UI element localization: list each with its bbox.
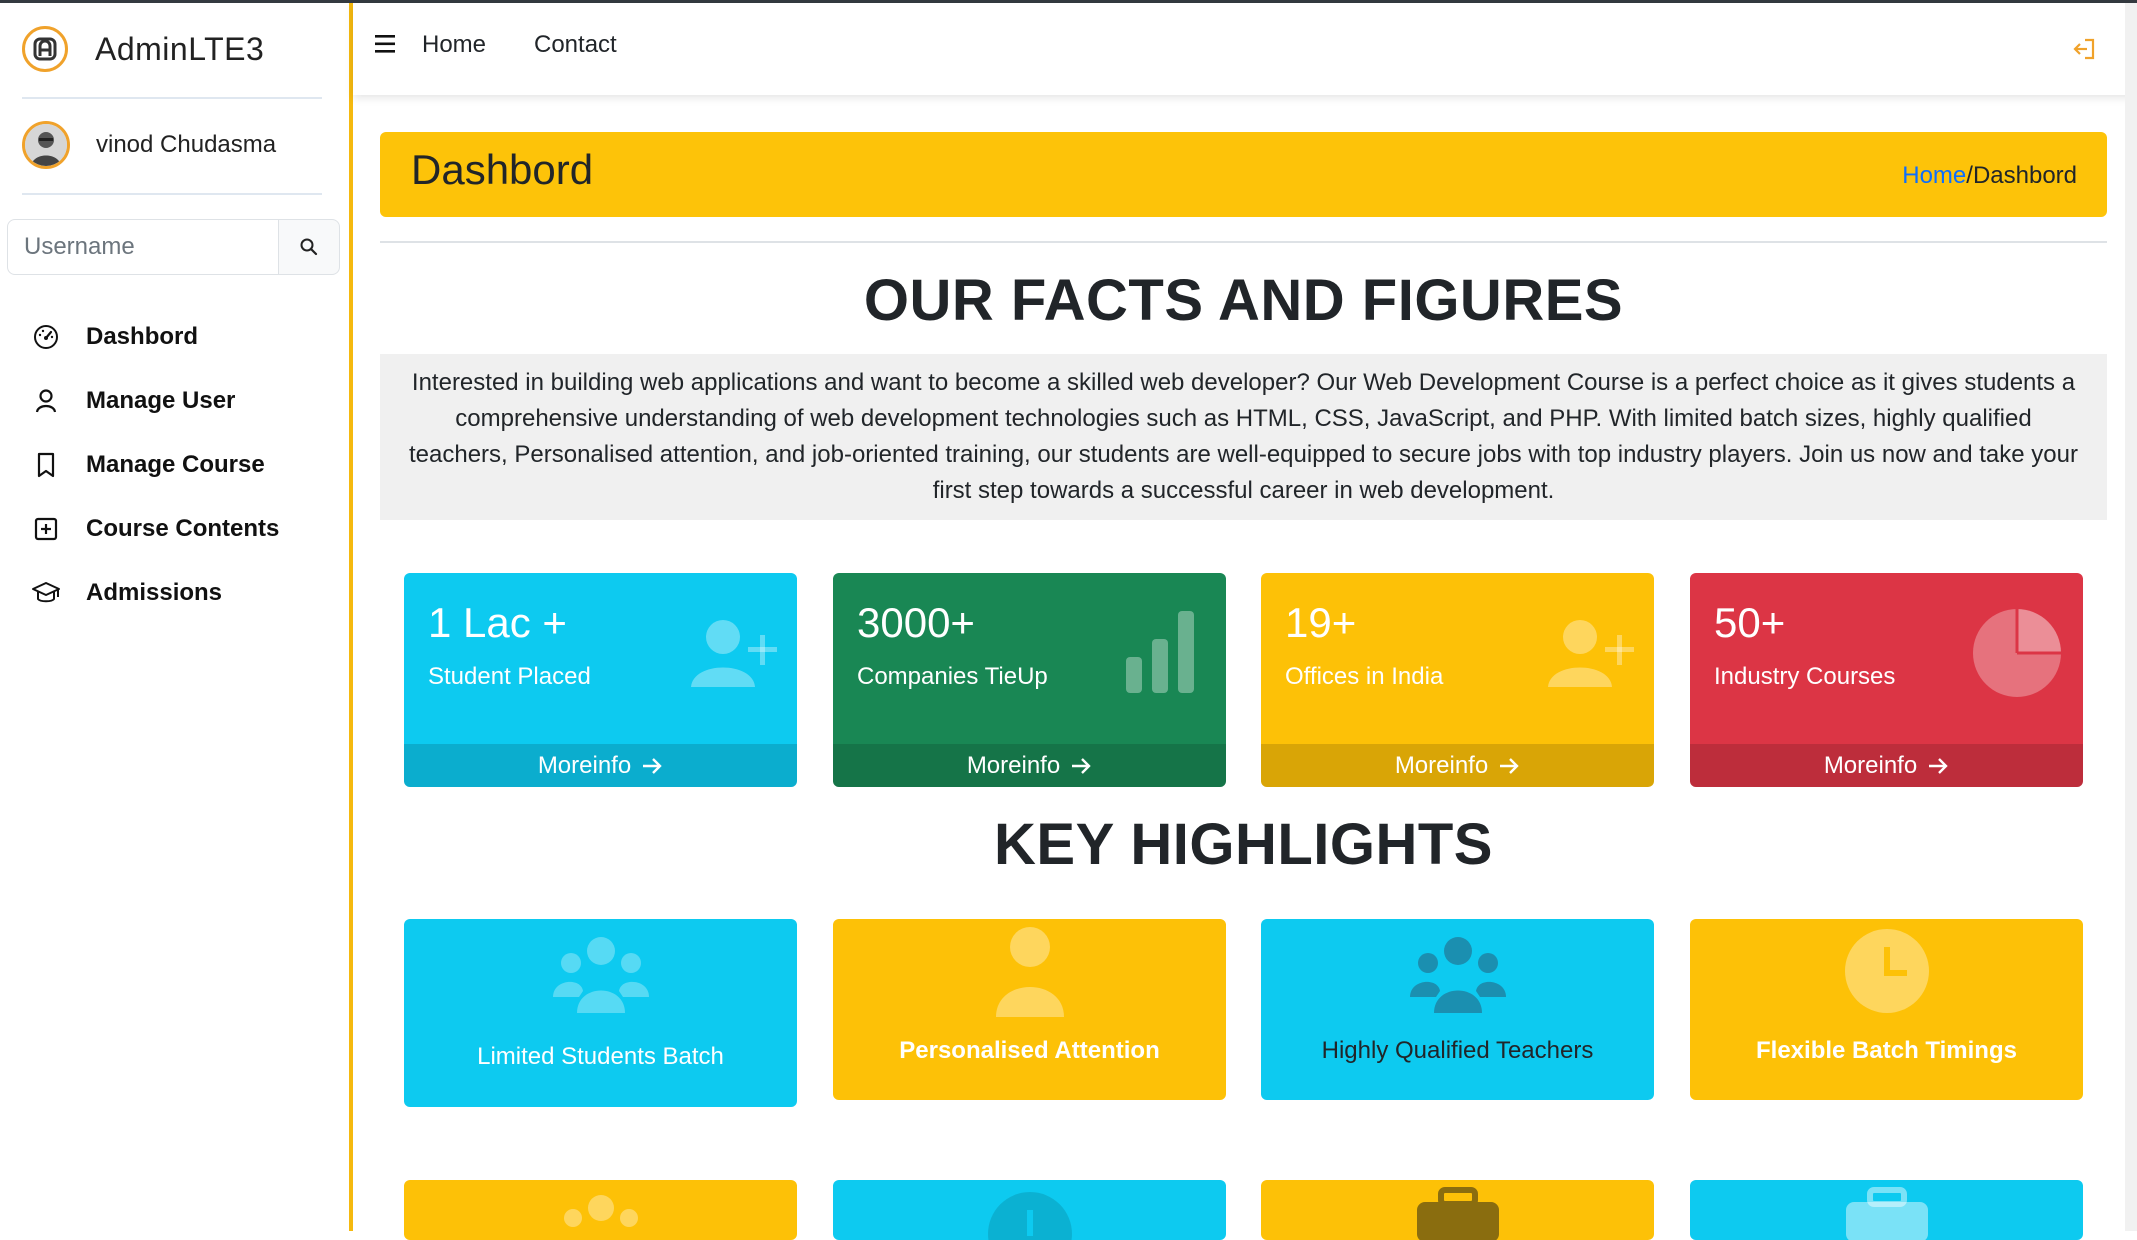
sidebar-item-admissions[interactable]: Admissions <box>30 561 279 625</box>
sidebar-menu: Dashbord Manage User Manage Course Cours… <box>30 305 279 625</box>
user-panel[interactable]: vinod Chudasma <box>22 121 276 169</box>
highlight-label: Flexible Batch Timings <box>1756 1037 2017 1064</box>
page-title: Dashbord <box>411 146 594 193</box>
highlight-label: Personalised Attention <box>899 1037 1160 1064</box>
breadcrumb-separator: / <box>1966 162 1973 189</box>
brand-logo-icon <box>22 26 68 72</box>
breadcrumb-current: Dashbord <box>1972 162 2077 189</box>
fact-card-offices: 19+ Offices in India Moreinfo <box>1261 573 1654 787</box>
user-name: vinod Chudasma <box>96 131 277 158</box>
fact-label: Student Placed <box>428 663 591 690</box>
highlight-card-partial <box>833 1180 1226 1240</box>
menu-toggle-icon[interactable] <box>373 33 399 55</box>
arrow-right-icon <box>1927 757 1949 775</box>
facts-intro: Interested in building web applications … <box>380 354 2107 520</box>
moreinfo-label: Moreinfo <box>1823 751 1918 779</box>
sidebar-item-label: Manage Course <box>86 451 265 478</box>
moreinfo-link[interactable]: Moreinfo <box>833 744 1226 787</box>
person-icon <box>30 385 62 417</box>
arrow-right-icon <box>1070 757 1092 775</box>
fact-number: 3000+ <box>857 599 975 646</box>
moreinfo-label: Moreinfo <box>1394 751 1489 779</box>
moreinfo-link[interactable]: Moreinfo <box>1261 744 1654 787</box>
sidebar-item-manage-user[interactable]: Manage User <box>30 369 279 433</box>
content-divider <box>380 241 2107 243</box>
plus-square-icon <box>30 513 62 545</box>
people-icon <box>563 1195 638 1227</box>
search-button[interactable] <box>279 219 340 275</box>
breadcrumb-home-link[interactable]: Home <box>1902 162 1966 189</box>
fact-label: Companies TieUp <box>857 663 1048 690</box>
sidebar-item-manage-course[interactable]: Manage Course <box>30 433 279 497</box>
brand-name: AdminLTE3 <box>95 30 265 67</box>
speedometer-icon <box>30 321 62 353</box>
sidebar-item-dashbord[interactable]: Dashbord <box>30 305 279 369</box>
fact-card-courses: 50+ Industry Courses Moreinfo <box>1690 573 2083 787</box>
nav-link-contact[interactable]: Contact <box>534 31 617 59</box>
bar-chart-icon <box>1126 611 1194 693</box>
fact-label: Industry Courses <box>1714 663 1896 690</box>
logout-icon[interactable] <box>2071 35 2099 68</box>
briefcase-icon <box>1845 1187 1928 1240</box>
sidebar-item-label: Manage User <box>86 387 236 414</box>
highlight-card-partial <box>1690 1180 2083 1240</box>
person-plus-icon <box>1548 620 1634 687</box>
sidebar-search <box>7 219 340 275</box>
sidebar-item-label: Dashbord <box>86 323 199 350</box>
moreinfo-link[interactable]: Moreinfo <box>404 744 797 787</box>
search-icon <box>300 238 318 256</box>
person-icon <box>995 927 1064 1017</box>
nav-link-home[interactable]: Home <box>422 31 486 59</box>
sidebar-item-course-contents[interactable]: Course Contents <box>30 497 279 561</box>
fact-number: 50+ <box>1714 599 1786 646</box>
highlight-card-flexible-timings: Flexible Batch Timings <box>1690 919 2083 1100</box>
arrow-right-icon <box>641 757 663 775</box>
highlight-card-limited-batch: Limited Students Batch <box>404 919 797 1107</box>
mortarboard-icon <box>30 577 62 609</box>
sidebar-item-label: Course Contents <box>86 515 280 542</box>
fact-card-companies: 3000+ Companies TieUp Moreinfo <box>833 573 1226 787</box>
search-input[interactable] <box>7 219 279 275</box>
people-icon <box>1409 937 1506 1013</box>
fact-number: 1 Lac + <box>428 599 567 646</box>
avatar <box>22 121 70 169</box>
sidebar-item-label: Admissions <box>86 579 223 606</box>
sidebar: AdminLTE3 vinod Chudasma Username Dashbo… <box>0 3 353 1231</box>
highlight-card-partial <box>404 1180 797 1240</box>
fact-number: 19+ <box>1285 599 1357 646</box>
moreinfo-link[interactable]: Moreinfo <box>1690 744 2083 787</box>
clock-icon <box>1844 929 1929 1013</box>
page-scrollbar[interactable] <box>2125 3 2137 1231</box>
pie-chart-icon <box>1973 609 2061 697</box>
facts-heading: OUR FACTS AND FIGURES <box>863 268 1624 333</box>
highlight-label: Highly Qualified Teachers <box>1321 1037 1594 1064</box>
arrow-right-icon <box>1498 757 1520 775</box>
highlight-card-personalised-attention: Personalised Attention <box>833 919 1226 1100</box>
brand[interactable]: AdminLTE3 <box>22 23 264 75</box>
highlight-card-qualified-teachers: Highly Qualified Teachers <box>1261 919 1654 1100</box>
sidebar-divider <box>22 97 322 99</box>
highlight-label: Limited Students Batch <box>477 1043 724 1070</box>
person-plus-icon <box>691 620 777 687</box>
people-icon <box>552 937 649 1013</box>
sidebar-divider <box>22 193 322 195</box>
bookmark-icon <box>30 449 62 481</box>
clock-icon <box>987 1192 1072 1240</box>
moreinfo-label: Moreinfo <box>966 751 1061 779</box>
top-navbar: Home Contact <box>353 3 2137 95</box>
briefcase-icon <box>1416 1187 1499 1240</box>
content-header: Dashbord Home/Dashbord <box>380 132 2107 217</box>
breadcrumb: Home/Dashbord <box>1902 162 2077 190</box>
fact-label: Offices in India <box>1285 663 1444 690</box>
fact-card-students: 1 Lac + Student Placed Moreinfo <box>404 573 797 787</box>
highlights-heading: KEY HIGHLIGHTS <box>994 812 1493 877</box>
highlight-card-partial <box>1261 1180 1654 1240</box>
moreinfo-label: Moreinfo <box>537 751 632 779</box>
